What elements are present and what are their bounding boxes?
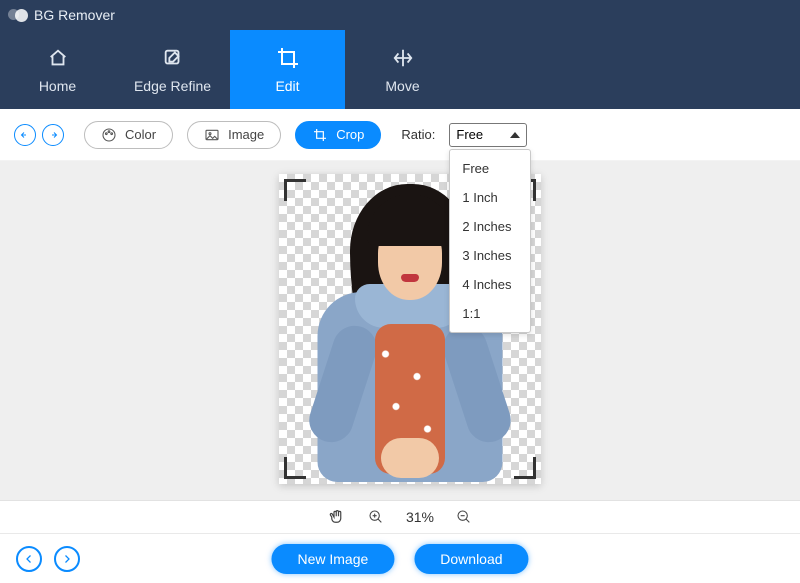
nav-label: Move [385,78,419,94]
image-icon [204,127,220,143]
move-icon [391,46,415,70]
title-bar: BG Remover [0,0,800,30]
ratio-option[interactable]: 2 Inches [450,212,530,241]
status-bar: 31% [0,500,800,534]
edit-icon [276,46,300,70]
zoom-out-icon [456,509,472,525]
edit-toolbar: Color Image Crop Ratio: Free Free 1 Inch… [0,109,800,161]
hand-icon [328,508,346,526]
ratio-option[interactable]: 1:1 [450,299,530,328]
main-nav: Home Edge Refine Edit Move [0,30,800,109]
redo-button[interactable] [42,124,64,146]
image-button[interactable]: Image [187,121,281,149]
nav-label: Edge Refine [134,78,211,94]
caret-up-icon [510,132,520,138]
nav-label: Edit [275,78,299,94]
crop-handle-bl[interactable] [284,457,306,479]
crop-handle-br[interactable] [514,457,536,479]
ratio-select-box[interactable]: Free [449,123,527,147]
color-button[interactable]: Color [84,121,173,149]
footer: New Image Download [0,534,800,583]
zoom-out-button[interactable] [456,509,472,525]
next-button[interactable] [54,546,80,572]
ratio-option[interactable]: 3 Inches [450,241,530,270]
zoom-level: 31% [406,509,434,525]
canvas-area [0,161,800,500]
new-image-button[interactable]: New Image [271,544,394,574]
color-label: Color [125,127,156,142]
nav-move[interactable]: Move [345,30,460,109]
pan-tool[interactable] [328,508,346,526]
nav-label: Home [39,78,76,94]
ratio-option[interactable]: 1 Inch [450,183,530,212]
ratio-value: Free [456,127,483,142]
ratio-option[interactable]: Free [450,154,530,183]
home-icon [46,46,70,70]
crop-handle-tl[interactable] [284,179,306,201]
image-label: Image [228,127,264,142]
ratio-select[interactable]: Free Free 1 Inch 2 Inches 3 Inches 4 Inc… [449,123,527,147]
zoom-in-button[interactable] [368,509,384,525]
nav-home[interactable]: Home [0,30,115,109]
download-button[interactable]: Download [414,544,528,574]
ratio-option[interactable]: 4 Inches [450,270,530,299]
nav-edge-refine[interactable]: Edge Refine [115,30,230,109]
crop-button[interactable]: Crop [295,121,381,149]
zoom-in-icon [368,509,384,525]
ratio-dropdown: Free 1 Inch 2 Inches 3 Inches 4 Inches 1… [449,149,531,333]
palette-icon [101,127,117,143]
prev-button[interactable] [16,546,42,572]
undo-button[interactable] [14,124,36,146]
nav-edit[interactable]: Edit [230,30,345,109]
app-logo: BG Remover [8,7,115,23]
crop-icon [312,127,328,143]
edge-refine-icon [161,46,185,70]
ratio-label: Ratio: [401,127,435,142]
crop-label: Crop [336,127,364,142]
logo-icon [8,8,28,22]
app-title: BG Remover [34,7,115,23]
